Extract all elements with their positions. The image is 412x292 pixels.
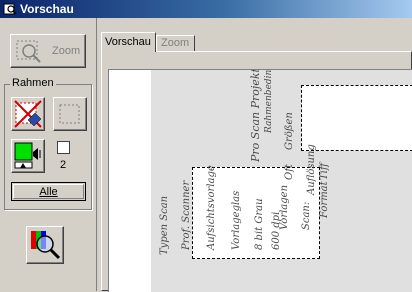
frame-count-box: [57, 141, 70, 154]
frame-count: 2: [60, 159, 67, 171]
left-panel: Zoom Rahmen 2 Alle: [0, 18, 97, 291]
right-panel: Vorschau Zoom Pro Scan Projekt Rahmenbed…: [97, 18, 412, 292]
note-line-14: 600 dpi: [271, 211, 282, 250]
frame-color-button[interactable]: [11, 139, 45, 173]
note-line-3: Oft: [284, 164, 295, 180]
note-line-4: Größen: [284, 112, 295, 150]
note-line-9: Typen Scan: [159, 195, 170, 255]
note-line-5: Scan:: [301, 201, 312, 230]
note-line-12: Vorlageglas: [231, 190, 242, 250]
zoom-button-label: Zoom: [52, 45, 81, 57]
frame-color-icon: [14, 142, 41, 169]
prescan-icon: [31, 231, 61, 260]
tab-preview-label: Vorschau: [105, 36, 151, 48]
note-line-8: Tiff: [319, 163, 330, 180]
window-title: Vorschau: [20, 2, 74, 16]
add-frame-button[interactable]: [53, 97, 87, 131]
preview-canvas[interactable]: Pro Scan Projekt Rahmenbedingungen Vorla…: [108, 69, 412, 292]
scanned-page: Pro Scan Projekt Rahmenbedingungen Vorla…: [151, 70, 412, 292]
zoom-button[interactable]: Zoom: [10, 34, 86, 68]
note-heading: Pro Scan Projekt: [249, 69, 262, 162]
tab-zoom[interactable]: Zoom: [156, 35, 195, 52]
note-line-10: Prof. Scanner: [181, 180, 192, 250]
prescan-button[interactable]: [26, 226, 64, 264]
note-line-7: Format: [319, 181, 330, 218]
title-bar: Vorschau: [0, 0, 412, 18]
all-frames-button[interactable]: Alle: [11, 182, 86, 201]
zoom-region-icon: [16, 40, 41, 63]
scan-frame-1[interactable]: [301, 85, 412, 151]
add-frame-icon: [59, 104, 80, 124]
note-line-11: Aufsichtsvorlage: [206, 165, 217, 250]
tab-zoom-label: Zoom: [161, 37, 190, 49]
tab-preview[interactable]: Vorschau: [101, 32, 156, 52]
note-line-6: Auflösung: [306, 144, 317, 195]
frame-group-label: Rahmen: [10, 77, 56, 89]
all-frames-button-label: Alle: [39, 186, 58, 198]
delete-frame-icon: [14, 100, 42, 128]
delete-frame-button[interactable]: [11, 97, 45, 131]
note-line-1: Rahmenbedingungen: [264, 69, 274, 133]
preview-window-icon: [3, 3, 17, 15]
note-line-13: 8 bit Grau: [254, 198, 265, 250]
